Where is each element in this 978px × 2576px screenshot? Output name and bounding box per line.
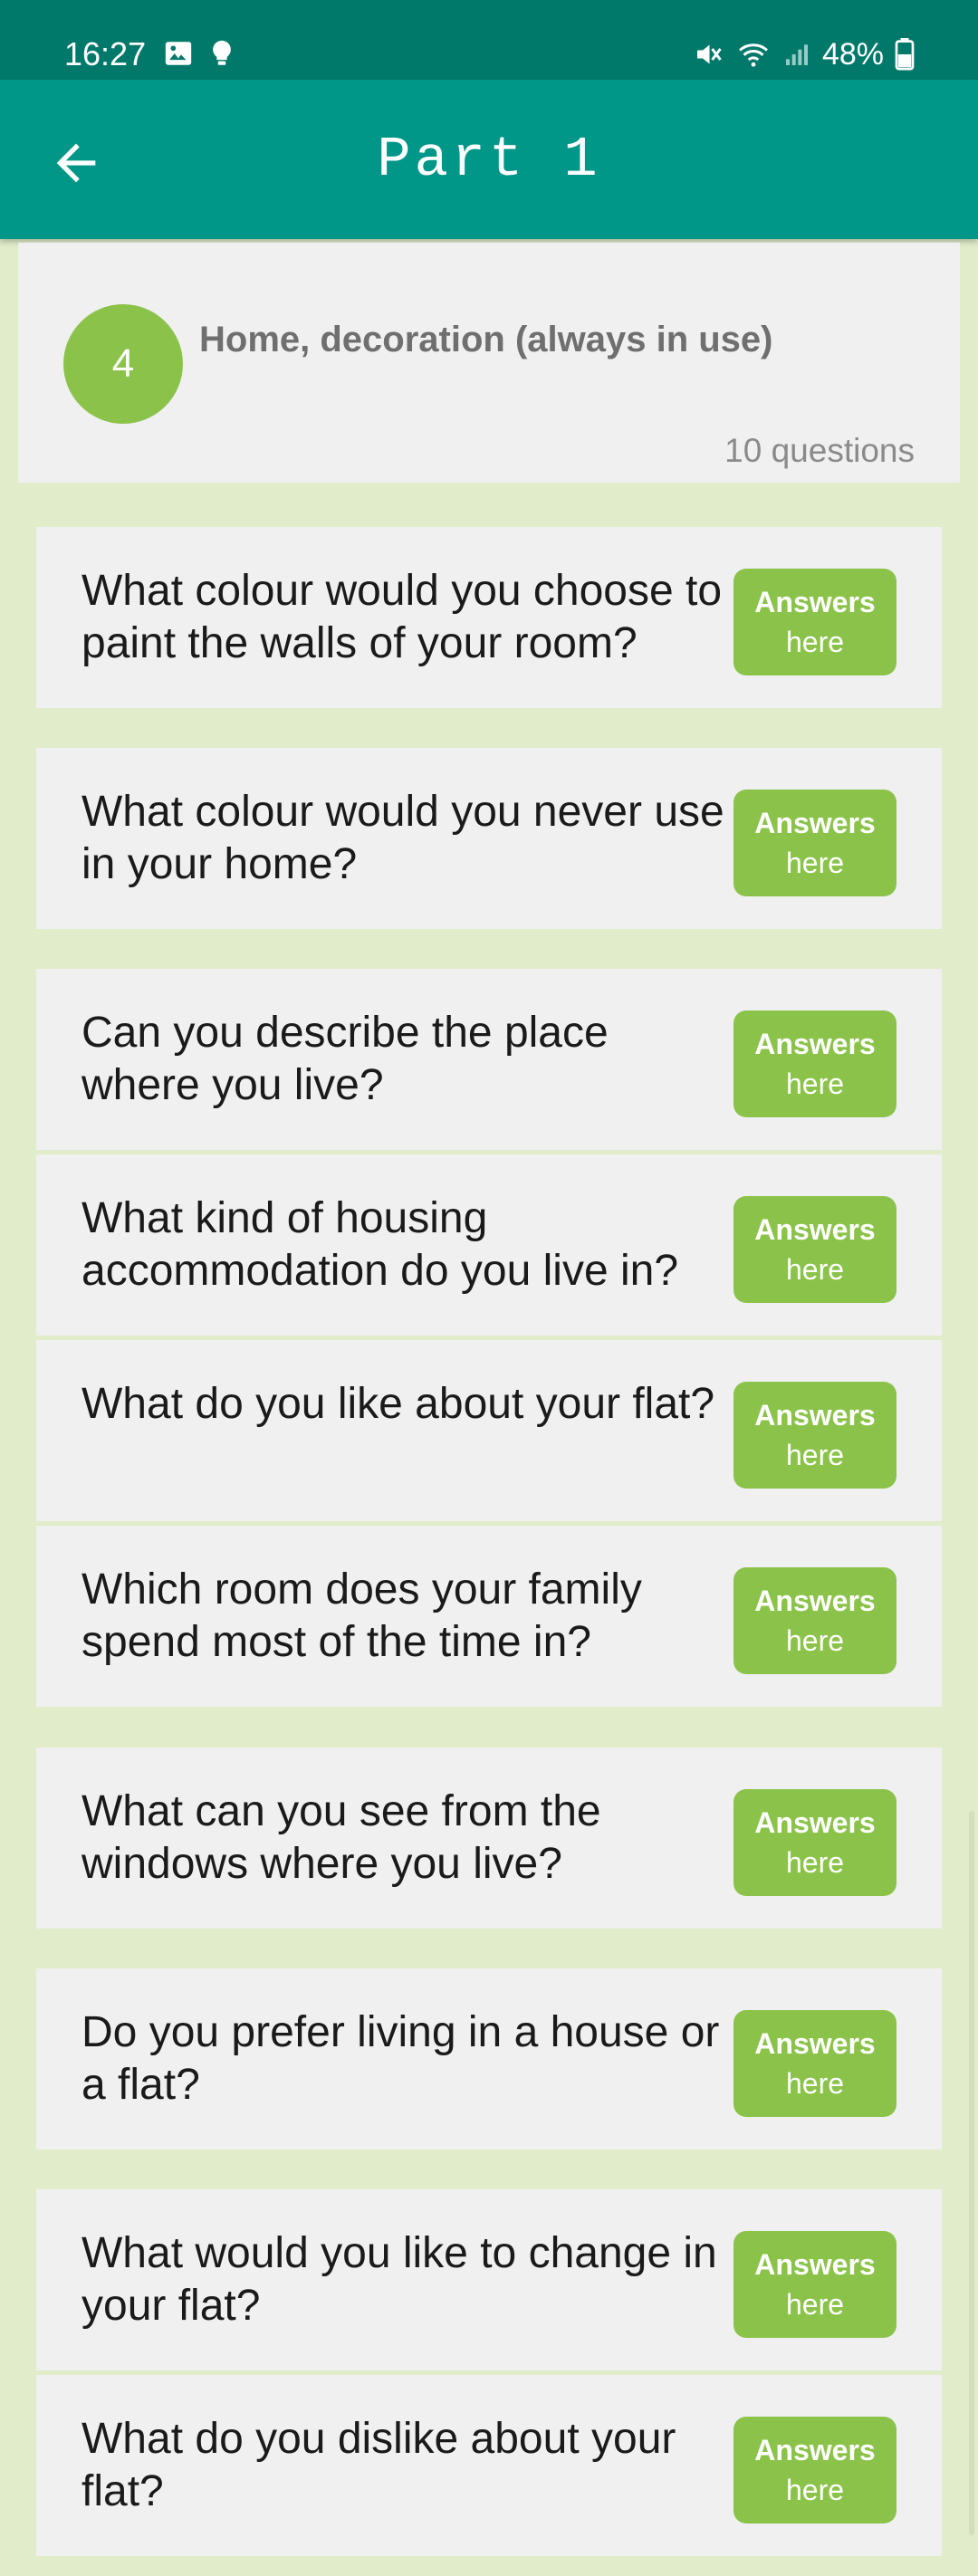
- answers-button[interactable]: Answers here: [734, 569, 896, 675]
- status-time: 16:27: [64, 35, 147, 72]
- answers-button-label: Answers: [754, 586, 876, 618]
- answers-button-label: Answers: [754, 1028, 876, 1060]
- lightbulb-icon: [213, 40, 232, 65]
- battery-percent: 48%: [821, 37, 884, 72]
- status-left-icons: [163, 38, 237, 69]
- answers-button-sublabel: here: [785, 1253, 845, 1286]
- gallery-icon: [165, 42, 192, 65]
- question-text: What kind of housing accommodation do yo…: [82, 1194, 679, 1295]
- signal-icon: [785, 44, 808, 65]
- page-title: Part 1: [377, 128, 601, 192]
- question-card[interactable]: What would you like to change in your fl…: [36, 2189, 942, 2370]
- answers-button-sublabel: here: [785, 847, 845, 879]
- answers-button-sublabel: here: [785, 1068, 845, 1100]
- answers-button-label: Answers: [754, 807, 876, 839]
- answers-button-sublabel: here: [785, 1846, 845, 1879]
- answers-button-label: Answers: [754, 2434, 876, 2466]
- question-card[interactable]: What kind of housing accommodation do yo…: [36, 1154, 942, 1336]
- question-text: What do you dislike about your flat?: [82, 2415, 676, 2515]
- question-text: Which room does your family spend most o…: [82, 1566, 642, 1666]
- wifi-icon: [738, 43, 768, 67]
- answers-button[interactable]: Answers here: [734, 2010, 896, 2117]
- app-bar: Part 1: [0, 80, 978, 239]
- answers-button-label: Answers: [754, 2027, 876, 2060]
- answers-button-label: Answers: [754, 1399, 876, 1432]
- question-text: What can you see from the windows where …: [82, 1787, 601, 1888]
- status-right-icons: 48%: [692, 34, 915, 74]
- question-text: Do you prefer living in a house or a fla…: [82, 2008, 720, 2109]
- question-card[interactable]: Can you describe the place where you liv…: [36, 969, 942, 1150]
- battery-icon: [895, 38, 915, 71]
- question-card[interactable]: What do you like about your flat? Answer…: [36, 1340, 942, 1521]
- question-card[interactable]: What do you dislike about your flat? Ans…: [36, 2375, 942, 2556]
- topic-header-card: 4 Home, decoration (always in use) 10 qu…: [18, 243, 960, 483]
- answers-button-label: Answers: [754, 1585, 876, 1617]
- answers-button[interactable]: Answers here: [734, 790, 896, 896]
- question-card[interactable]: What can you see from the windows where …: [36, 1748, 942, 1929]
- question-card[interactable]: Which room does your family spend most o…: [36, 1526, 942, 1707]
- answers-button-sublabel: here: [785, 2067, 845, 2100]
- question-text: What colour would you choose to paint th…: [82, 567, 723, 667]
- answers-button-label: Answers: [754, 1806, 876, 1839]
- answers-button[interactable]: Answers here: [734, 1010, 896, 1117]
- answers-button[interactable]: Answers here: [734, 1789, 896, 1896]
- answers-button-label: Answers: [754, 1213, 876, 1246]
- answers-button[interactable]: Answers here: [734, 1382, 896, 1489]
- answers-button[interactable]: Answers here: [734, 2231, 896, 2338]
- status-bar: 16:27 48%: [0, 0, 978, 80]
- answers-button-sublabel: here: [785, 2288, 845, 2321]
- question-text: Can you describe the place where you liv…: [82, 1009, 609, 1109]
- answers-button-sublabel: here: [785, 626, 845, 658]
- answers-button[interactable]: Answers here: [734, 2417, 896, 2523]
- mute-icon: [696, 44, 722, 64]
- answers-button[interactable]: Answers here: [734, 1567, 896, 1674]
- answers-button-sublabel: here: [785, 1624, 845, 1657]
- question-card[interactable]: What colour would you never use in your …: [36, 748, 942, 929]
- topic-number-badge: 4: [63, 304, 183, 424]
- topic-title: Home, decoration (always in use): [199, 320, 773, 359]
- answers-button[interactable]: Answers here: [734, 1196, 896, 1303]
- scrollbar[interactable]: [969, 1811, 974, 2535]
- question-card[interactable]: Do you prefer living in a house or a fla…: [36, 1968, 942, 2150]
- question-text: What do you like about your flat?: [82, 1380, 715, 1428]
- answers-button-sublabel: here: [785, 2474, 845, 2506]
- question-text: What would you like to change in your fl…: [82, 2229, 717, 2330]
- question-count: 10 questions: [724, 432, 915, 469]
- question-text: What colour would you never use in your …: [82, 788, 724, 888]
- answers-button-label: Answers: [754, 2248, 876, 2281]
- question-card[interactable]: What colour would you choose to paint th…: [36, 527, 942, 708]
- answers-button-sublabel: here: [785, 1439, 845, 1471]
